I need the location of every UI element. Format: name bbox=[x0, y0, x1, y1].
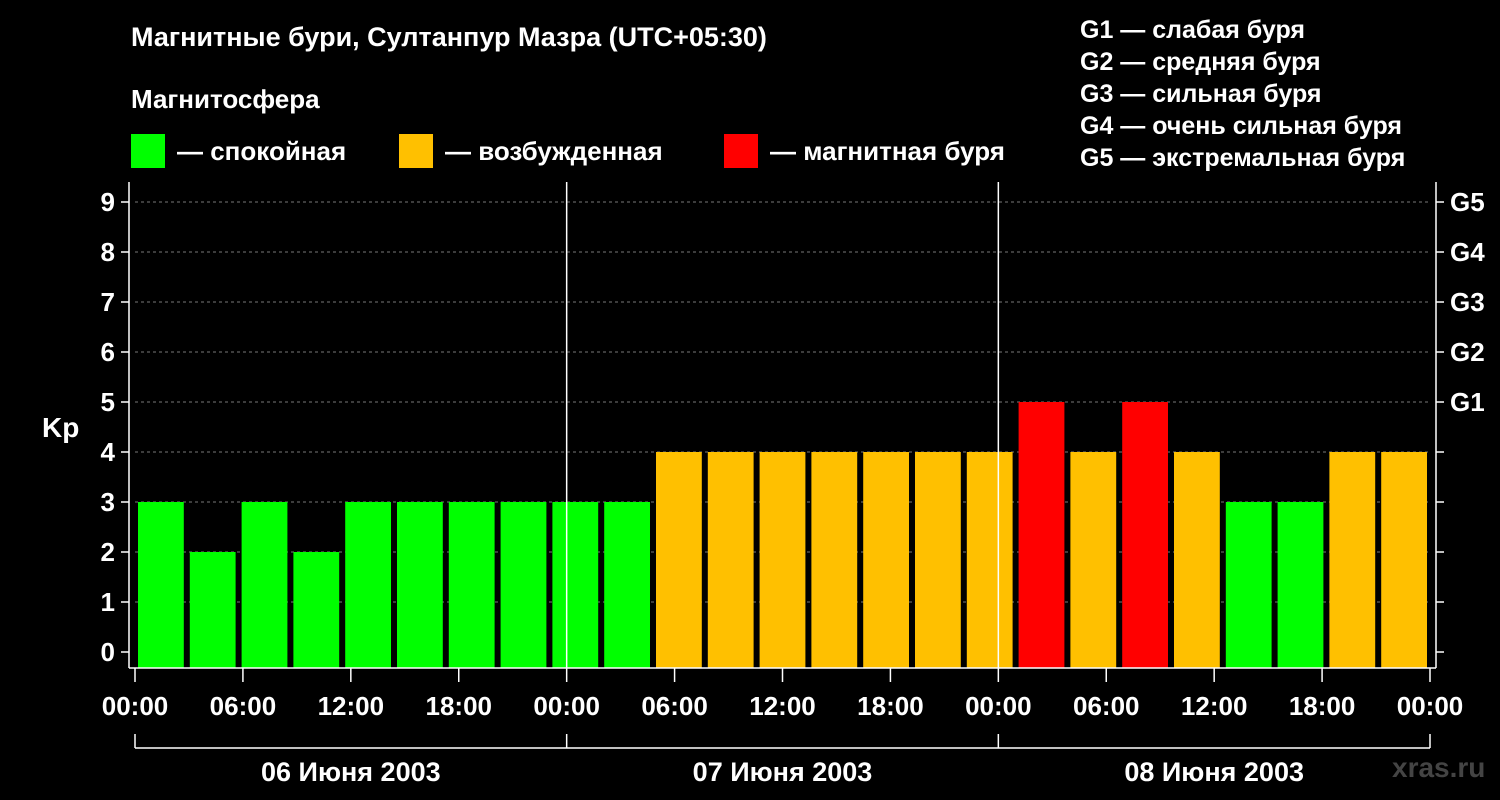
day-label: 06 Июня 2003 bbox=[261, 757, 441, 787]
x-tick-label: 06:00 bbox=[1073, 691, 1140, 721]
kp-bar bbox=[656, 452, 702, 668]
x-tick-label: 18:00 bbox=[1289, 691, 1356, 721]
kp-bar bbox=[1277, 502, 1324, 668]
x-tick-label: 18:00 bbox=[857, 691, 924, 721]
y-tick-label: 2 bbox=[101, 537, 115, 567]
x-tick-label: 12:00 bbox=[749, 691, 816, 721]
x-tick-label: 00:00 bbox=[102, 691, 169, 721]
kp-bar bbox=[759, 452, 806, 668]
day-label: 07 Июня 2003 bbox=[693, 757, 873, 787]
kp-bar bbox=[345, 502, 391, 668]
x-tick-label: 12:00 bbox=[1181, 691, 1248, 721]
x-tick-label: 18:00 bbox=[426, 691, 493, 721]
kp-bar bbox=[707, 452, 754, 668]
y-tick-label: 5 bbox=[101, 387, 115, 417]
y-tick-label: 8 bbox=[101, 237, 115, 267]
kp-bar bbox=[552, 502, 599, 668]
x-tick-label: 12:00 bbox=[318, 691, 385, 721]
x-tick-label: 00:00 bbox=[1397, 691, 1464, 721]
x-tick-label: 00:00 bbox=[965, 691, 1032, 721]
x-tick-label: 06:00 bbox=[210, 691, 277, 721]
y-axis-label: Kp bbox=[42, 412, 80, 443]
kp-bar bbox=[241, 502, 288, 668]
kp-bar bbox=[1018, 402, 1065, 668]
kp-bar bbox=[448, 502, 495, 668]
kp-bar bbox=[500, 502, 547, 668]
y-tick-label: 7 bbox=[101, 287, 115, 317]
g-level-label: G1 bbox=[1450, 387, 1485, 417]
g-level-label: G2 bbox=[1450, 337, 1485, 367]
y-tick-label: 9 bbox=[101, 187, 115, 217]
x-tick-label: 00:00 bbox=[533, 691, 600, 721]
y-tick-label: 0 bbox=[101, 637, 115, 667]
kp-bar bbox=[138, 502, 184, 668]
kp-bar bbox=[1174, 452, 1220, 668]
kp-bar bbox=[1381, 452, 1427, 668]
kp-bar bbox=[966, 452, 1013, 668]
kp-bar bbox=[604, 502, 650, 668]
day-label: 08 Июня 2003 bbox=[1124, 757, 1304, 787]
g-level-label: G4 bbox=[1450, 237, 1485, 267]
kp-bar bbox=[293, 552, 340, 668]
kp-bar bbox=[863, 452, 909, 668]
kp-bar bbox=[1225, 502, 1272, 668]
y-tick-label: 6 bbox=[101, 337, 115, 367]
y-tick-label: 3 bbox=[101, 487, 115, 517]
kp-bar bbox=[1329, 452, 1376, 668]
y-tick-label: 1 bbox=[101, 587, 115, 617]
g-level-label: G3 bbox=[1450, 287, 1485, 317]
kp-bar bbox=[915, 452, 961, 668]
kp-bar bbox=[1122, 402, 1168, 668]
watermark: xras.ru bbox=[1392, 752, 1486, 783]
x-tick-label: 06:00 bbox=[641, 691, 708, 721]
kp-bar bbox=[1070, 452, 1117, 668]
kp-bar bbox=[397, 502, 443, 668]
g-level-label: G5 bbox=[1450, 187, 1485, 217]
kp-bar bbox=[189, 552, 236, 668]
kp-bar-chart: 0 1 2 3 4 5 6 7 8 9 G1 G2 G3 G4 G5 00:00 06:00 12:00 18:00… bbox=[101, 182, 1485, 787]
kp-bar bbox=[811, 452, 858, 668]
y-tick-label: 4 bbox=[101, 437, 116, 467]
